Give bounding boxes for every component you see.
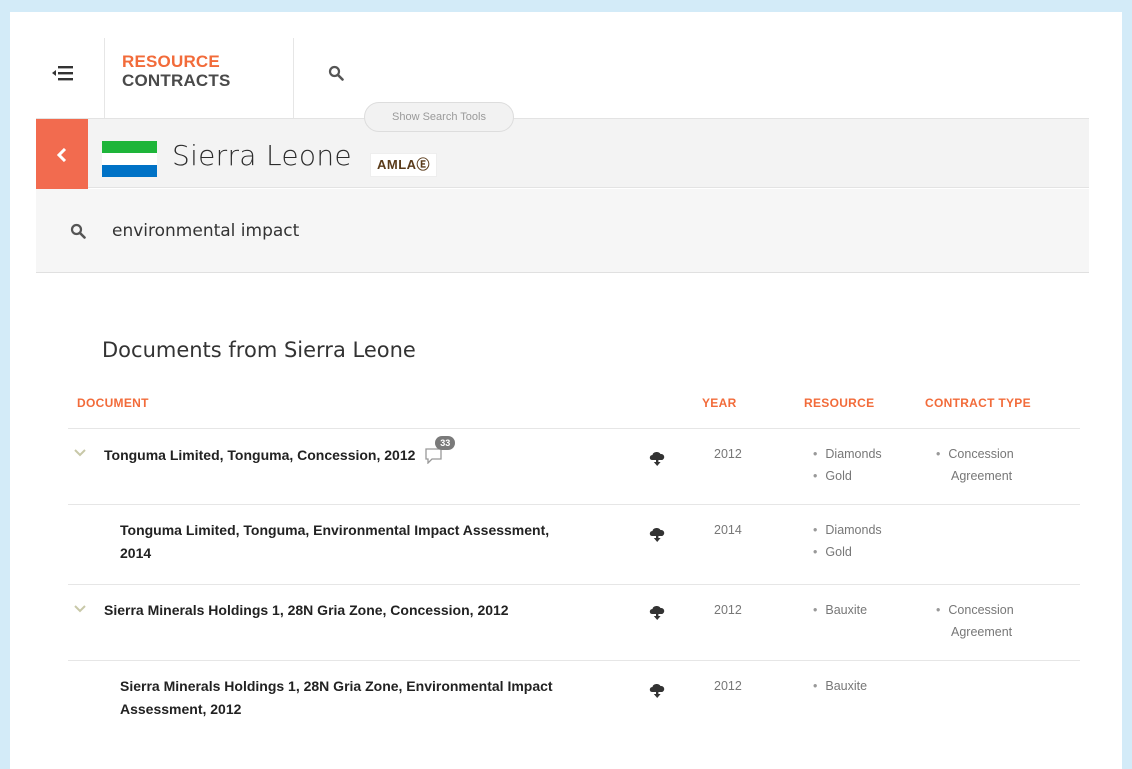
menu-toggle-icon[interactable] xyxy=(52,64,74,82)
document-title-line-1[interactable]: Tonguma Limited, Tonguma, Environmental … xyxy=(120,519,549,542)
search-icon[interactable] xyxy=(328,65,344,81)
country-header: Sierra Leone AMLAⒺ xyxy=(36,118,1089,189)
cloud-download-icon[interactable] xyxy=(648,525,666,543)
speech-bubble-icon xyxy=(425,448,442,465)
flag-stripe-green xyxy=(102,141,157,153)
column-header-year[interactable]: YEAR xyxy=(702,396,737,410)
contract-type-cell: • Concession Agreement xyxy=(936,599,1014,643)
year-cell: 2012 xyxy=(714,447,742,461)
resource-list: Diamonds Gold xyxy=(813,443,882,487)
table-row[interactable]: Sierra Minerals Holdings 1, 28N Gria Zon… xyxy=(68,660,1080,740)
resource-item: Gold xyxy=(813,541,882,563)
resource-list: Diamonds Gold xyxy=(813,519,882,563)
document-title-line-1[interactable]: Sierra Minerals Holdings 1, 28N Gria Zon… xyxy=(120,675,553,698)
contract-type-line-2: Agreement xyxy=(951,625,1013,639)
top-header: RESOURCE CONTRACTS xyxy=(10,12,1122,118)
back-button[interactable] xyxy=(36,119,88,189)
resource-item: Gold xyxy=(813,465,882,487)
country-title: Sierra Leone xyxy=(172,139,352,172)
site-logo[interactable]: RESOURCE CONTRACTS xyxy=(122,52,231,90)
resource-item: Diamonds xyxy=(813,443,881,465)
comment-icon[interactable]: 33 xyxy=(425,436,456,465)
header-divider xyxy=(104,38,105,118)
year-cell: 2014 xyxy=(714,523,742,537)
flag-stripe-blue xyxy=(102,165,157,177)
resource-item: Diamonds xyxy=(813,519,881,541)
chevron-down-icon[interactable] xyxy=(74,449,86,457)
table-row[interactable]: Sierra Minerals Holdings 1, 28N Gria Zon… xyxy=(68,584,1080,660)
document-title-text[interactable]: Tonguma Limited, Tonguma, Concession, 20… xyxy=(104,447,415,463)
search-query[interactable]: environmental impact xyxy=(112,221,299,241)
resource-item: Bauxite xyxy=(813,599,867,621)
document-title[interactable]: Tonguma Limited, Tonguma, Environmental … xyxy=(120,519,549,565)
search-icon xyxy=(70,223,86,239)
column-header-document[interactable]: DOCUMENT xyxy=(77,396,149,410)
document-title-line-2[interactable]: Assessment, 2012 xyxy=(120,698,553,721)
sierra-leone-flag-icon xyxy=(102,141,157,177)
chevron-left-icon xyxy=(56,147,67,162)
resource-list: Bauxite xyxy=(813,599,867,621)
show-search-tools-button[interactable]: Show Search Tools xyxy=(364,102,514,132)
table-row[interactable]: Tonguma Limited, Tonguma, Concession, 20… xyxy=(68,428,1080,504)
contract-type-line-1: Concession xyxy=(948,603,1014,617)
contract-type-cell: • Concession Agreement xyxy=(936,443,1014,487)
search-bar[interactable]: environmental impact xyxy=(36,189,1089,273)
chevron-down-icon[interactable] xyxy=(74,605,86,613)
column-header-resource[interactable]: RESOURCE xyxy=(804,396,874,410)
flag-stripe-white xyxy=(102,153,157,165)
document-title[interactable]: Sierra Minerals Holdings 1, 28N Gria Zon… xyxy=(104,599,509,622)
header-divider xyxy=(293,38,294,118)
resource-list: Bauxite xyxy=(813,675,867,697)
document-title-line-2[interactable]: 2014 xyxy=(120,542,549,565)
contract-type-line-1: Concession xyxy=(948,447,1014,461)
year-cell: 2012 xyxy=(714,679,742,693)
document-title[interactable]: Tonguma Limited, Tonguma, Concession, 20… xyxy=(104,436,456,467)
year-cell: 2012 xyxy=(714,603,742,617)
cloud-download-icon[interactable] xyxy=(648,449,666,467)
page-frame: RESOURCE CONTRACTS Show Search Tools Sie… xyxy=(10,12,1122,769)
comment-count: 33 xyxy=(435,436,456,451)
logo-line-1: RESOURCE xyxy=(122,52,220,71)
cloud-download-icon[interactable] xyxy=(648,681,666,699)
amla-badge[interactable]: AMLAⒺ xyxy=(370,153,438,177)
contract-type-line-2: Agreement xyxy=(951,469,1013,483)
cloud-download-icon[interactable] xyxy=(648,603,666,621)
section-title: Documents from Sierra Leone xyxy=(102,338,416,362)
column-header-contract-type[interactable]: CONTRACT TYPE xyxy=(925,396,1031,410)
logo-line-2: CONTRACTS xyxy=(122,71,231,90)
document-title[interactable]: Sierra Minerals Holdings 1, 28N Gria Zon… xyxy=(120,675,553,721)
resource-item: Bauxite xyxy=(813,675,867,697)
table-row[interactable]: Tonguma Limited, Tonguma, Environmental … xyxy=(68,504,1080,584)
